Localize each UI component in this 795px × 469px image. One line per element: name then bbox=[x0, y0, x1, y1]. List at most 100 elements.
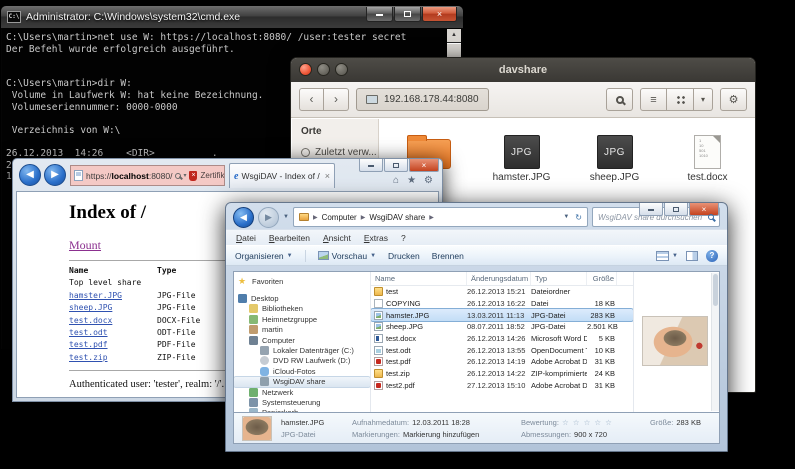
back-button[interactable]: ◀ bbox=[19, 164, 41, 186]
tree-item-icon bbox=[249, 315, 258, 324]
search-button[interactable] bbox=[606, 88, 633, 111]
file-link[interactable]: test.docx bbox=[69, 316, 112, 325]
breadcrumb[interactable]: ▶ Computer ▶ WsgiDAV share ▶ ▼ ↻ bbox=[293, 207, 588, 227]
maximize-button[interactable] bbox=[335, 63, 348, 76]
preview-scrollbar[interactable] bbox=[711, 273, 719, 411]
table-row[interactable]: test2.pdf 27.12.2013 15:10 Adobe Acrobat… bbox=[371, 380, 633, 392]
rating-stars[interactable]: ☆ ☆ ☆ ☆ ☆ bbox=[562, 418, 613, 427]
preview-button[interactable]: Vorschau▼ bbox=[318, 251, 376, 261]
refresh-icon[interactable]: ↻ bbox=[575, 213, 582, 222]
file-type: ODT-File bbox=[157, 327, 219, 339]
tree-item[interactable]: Bibliotheken bbox=[234, 304, 370, 314]
tree-item[interactable]: Computer bbox=[234, 335, 370, 345]
mount-link[interactable]: Mount bbox=[69, 238, 101, 252]
tree-item[interactable]: iCloud-Fotos bbox=[234, 366, 370, 376]
file-date: 13.03.2011 11:13 bbox=[467, 311, 531, 320]
preview-pane-icon[interactable] bbox=[686, 251, 698, 261]
table-row[interactable]: sheep.JPG 08.07.2011 18:52 JPG-Datei 2.5… bbox=[371, 321, 633, 333]
close-button[interactable] bbox=[299, 63, 312, 76]
view-options-button[interactable]: ▾ bbox=[694, 88, 713, 111]
back-button[interactable]: ‹ bbox=[299, 88, 324, 111]
scroll-up-icon[interactable]: ▲ bbox=[447, 29, 461, 42]
change-view-button[interactable]: ▼ bbox=[656, 251, 678, 261]
col-name[interactable]: Name bbox=[371, 272, 467, 285]
table-row[interactable]: hamster.JPG 13.03.2011 11:13 JPG-Datei 2… bbox=[371, 309, 633, 321]
file-link[interactable]: test.pdf bbox=[69, 340, 108, 349]
menu-item[interactable]: Ansicht bbox=[323, 233, 351, 243]
settings-gear-icon[interactable]: ⚙ bbox=[424, 175, 433, 186]
forward-button[interactable]: › bbox=[324, 88, 349, 111]
col-type[interactable]: Typ bbox=[531, 272, 587, 285]
nautilus-titlebar[interactable]: davshare bbox=[291, 58, 755, 82]
table-row[interactable]: test.pdf 26.12.2013 14:19 Adobe Acrobat … bbox=[371, 356, 633, 368]
tree-item[interactable]: Papierkorb bbox=[234, 408, 370, 412]
chevron-down-icon: ▼ bbox=[287, 253, 293, 259]
forward-button[interactable]: ▶ bbox=[258, 207, 279, 228]
minimize-button[interactable] bbox=[639, 203, 663, 216]
maximize-button[interactable] bbox=[394, 7, 421, 22]
breadcrumb-computer[interactable]: Computer bbox=[322, 213, 357, 222]
menu-item[interactable]: Datei bbox=[236, 233, 256, 243]
close-button[interactable]: × bbox=[422, 7, 457, 22]
tree-item[interactable]: WsgiDAV share bbox=[234, 377, 370, 387]
list-view-button[interactable]: ≡ bbox=[640, 88, 667, 111]
table-row[interactable]: test.zip 26.12.2013 14:22 ZIP-komprimier… bbox=[371, 368, 633, 380]
tree-item[interactable]: Heimnetzgruppe bbox=[234, 314, 370, 324]
maximize-button[interactable] bbox=[664, 203, 688, 216]
history-chevron-icon[interactable]: ▼ bbox=[283, 214, 289, 220]
file-item[interactable]: hamster.JPG bbox=[475, 128, 568, 204]
tree-item[interactable]: Netzwerk bbox=[234, 387, 370, 397]
menu-item[interactable]: Extras bbox=[364, 233, 388, 243]
address-button[interactable]: 192.168.178.44:8080 bbox=[356, 88, 489, 111]
address-bar[interactable]: https://localhost:8080/ ▾ × Zertifikatfe… bbox=[70, 165, 225, 186]
cert-error-text[interactable]: Zertifikatfe... bbox=[200, 171, 225, 180]
close-button[interactable]: × bbox=[409, 159, 439, 172]
help-icon[interactable]: ? bbox=[706, 250, 718, 262]
browser-tab[interactable]: e WsgiDAV - Index of / × bbox=[229, 163, 335, 188]
file-type: Dateiordner bbox=[531, 287, 587, 296]
menu-item[interactable]: Bearbeiten bbox=[269, 233, 310, 243]
file-date: 26.12.2013 14:26 bbox=[467, 334, 531, 343]
tree-item[interactable]: DVD RW Laufwerk (D:) bbox=[234, 356, 370, 366]
maximize-button[interactable] bbox=[384, 159, 408, 172]
file-name: test.pdf bbox=[386, 357, 411, 366]
minimize-button[interactable] bbox=[366, 7, 393, 22]
place-label: Zuletzt verw... bbox=[315, 147, 377, 158]
organize-button[interactable]: Organisieren▼ bbox=[235, 251, 293, 261]
col-date[interactable]: Änderungsdatum bbox=[467, 272, 531, 285]
col-size[interactable]: Größe bbox=[587, 272, 617, 285]
grid-view-button[interactable] bbox=[667, 88, 694, 111]
tree-item[interactable]: Lokaler Datenträger (C:) bbox=[234, 345, 370, 355]
file-item[interactable]: test.docx bbox=[661, 128, 754, 204]
favorites-star-icon[interactable]: ★ bbox=[407, 175, 416, 186]
table-row[interactable]: COPYING 26.12.2013 16:22 Datei 18 KB bbox=[371, 298, 633, 310]
print-button[interactable]: Drucken bbox=[388, 251, 420, 261]
cmd-titlebar[interactable]: Administrator: C:\Windows\system32\cmd.e… bbox=[1, 6, 463, 28]
minimize-button[interactable] bbox=[359, 159, 383, 172]
breadcrumb-current[interactable]: WsgiDAV share bbox=[369, 213, 425, 222]
table-row[interactable]: test 26.12.2013 15:21 Dateiordner bbox=[371, 286, 633, 298]
tree-item[interactable]: Desktop bbox=[234, 293, 370, 303]
home-icon[interactable]: ⌂ bbox=[393, 175, 399, 186]
minimize-button[interactable] bbox=[317, 63, 330, 76]
address-dropdown-icon[interactable]: ▼ bbox=[563, 214, 569, 220]
close-button[interactable]: × bbox=[689, 203, 719, 216]
file-link[interactable]: hamster.JPG bbox=[69, 291, 122, 300]
burn-button[interactable]: Brennen bbox=[432, 251, 464, 261]
table-row[interactable]: test.odt 26.12.2013 13:55 OpenDocument T… bbox=[371, 344, 633, 356]
file-item[interactable]: sheep.JPG bbox=[568, 128, 661, 204]
tree-item[interactable]: Systemsteuerung bbox=[234, 397, 370, 407]
table-row[interactable]: test.docx 26.12.2013 14:26 Microsoft Wor… bbox=[371, 333, 633, 345]
file-link[interactable]: test.zip bbox=[69, 353, 108, 362]
tree-item[interactable]: Favoriten bbox=[234, 276, 370, 286]
tree-item[interactable]: martin bbox=[234, 325, 370, 335]
file-link[interactable]: test.odt bbox=[69, 328, 108, 337]
forward-button[interactable]: ▶ bbox=[44, 164, 66, 186]
menu-item[interactable]: ? bbox=[401, 233, 406, 243]
back-button[interactable]: ◀ bbox=[233, 207, 254, 228]
tab-close-icon[interactable]: × bbox=[325, 171, 330, 181]
search-dropdown[interactable]: ▾ bbox=[175, 172, 186, 179]
gear-button[interactable]: ⚙ bbox=[720, 88, 747, 111]
file-link[interactable]: sheep.JPG bbox=[69, 303, 112, 312]
details-add-tag[interactable]: Markierung hinzufügen bbox=[403, 430, 479, 439]
